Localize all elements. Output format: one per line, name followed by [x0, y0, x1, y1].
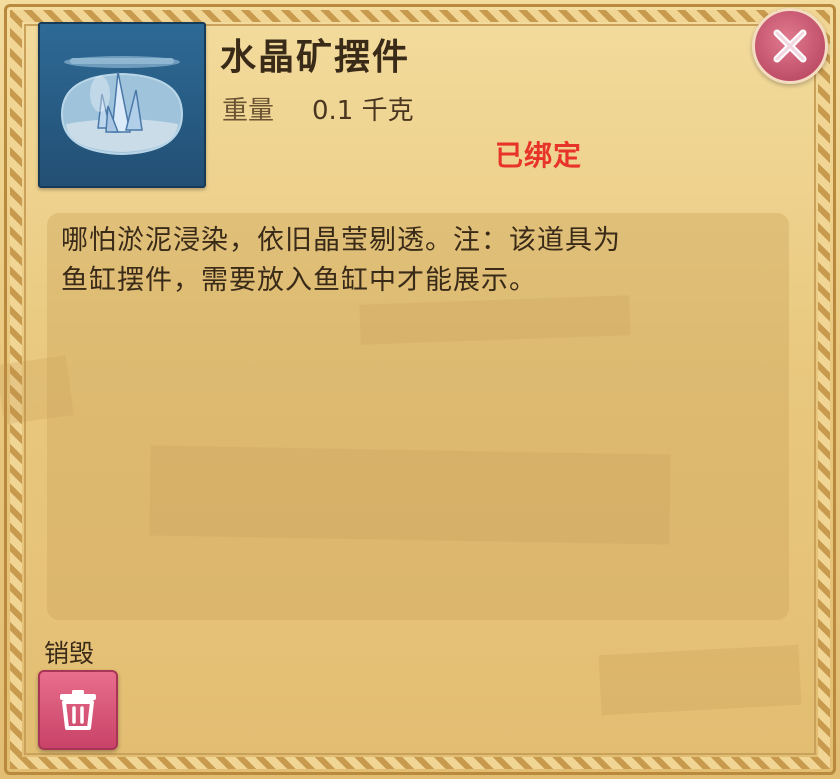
- close-icon: [773, 29, 807, 63]
- close-button[interactable]: [752, 8, 828, 84]
- weight-value: 0.1 千克: [312, 96, 414, 126]
- destroy-button[interactable]: [38, 670, 118, 750]
- background-decoration: [598, 644, 802, 716]
- item-description: 哪怕淤泥浸染，依旧晶莹剔透。注：该道具为 鱼缸摆件，需要放入鱼缸中才能展示。: [61, 225, 621, 296]
- trash-can-icon: [60, 690, 96, 730]
- item-name: 水晶矿摆件: [220, 37, 411, 78]
- crystal-fishbowl-icon: [38, 22, 206, 188]
- item-description-box: 哪怕淤泥浸染，依旧晶莹剔透。注：该道具为 鱼缸摆件，需要放入鱼缸中才能展示。: [47, 213, 789, 620]
- item-detail-panel: 水晶矿摆件 重量 0.1 千克 已绑定 哪怕淤泥浸染，依旧晶莹剔透。注：该道具为…: [0, 0, 840, 779]
- destroy-label: 销毁: [44, 639, 95, 668]
- weight-label: 重量: [222, 96, 275, 126]
- bound-status: 已绑定: [495, 139, 583, 172]
